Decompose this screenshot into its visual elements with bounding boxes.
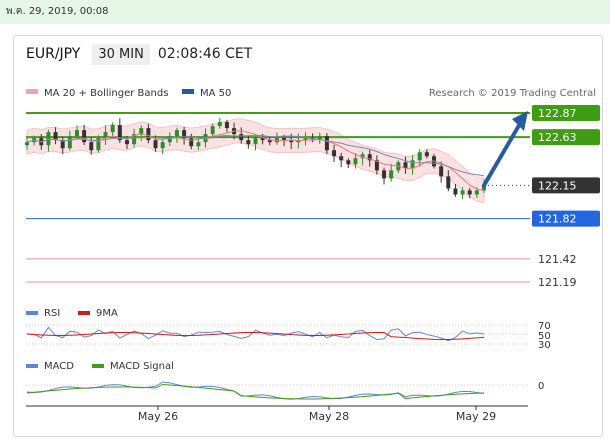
legend-label-macd-signal: MACD Signal bbox=[110, 361, 174, 372]
candle-body bbox=[424, 152, 429, 157]
legend-label-rsi: RSI bbox=[44, 308, 60, 319]
candle-body bbox=[267, 140, 272, 143]
x-axis-ticks: May 26 May 28 May 29 bbox=[138, 406, 496, 423]
candle-body bbox=[174, 130, 179, 137]
candle-body bbox=[82, 130, 87, 143]
candle-body bbox=[224, 122, 229, 129]
price-tags: 122.87 122.63 122.15 121.82 121.42 121.19 bbox=[532, 105, 600, 290]
candle-body bbox=[410, 160, 415, 169]
level-tag-121.82: 121.82 bbox=[538, 213, 577, 226]
credit-text: Research © 2019 Trading Central bbox=[429, 88, 596, 99]
rsi-panel bbox=[26, 324, 530, 345]
rsi-level-30: 30 bbox=[538, 340, 551, 351]
forecast-arrow bbox=[482, 111, 528, 188]
bollinger-bands bbox=[26, 118, 485, 204]
candle-body bbox=[146, 128, 151, 141]
legend-label-bollinger: MA 20 + Bollinger Bands bbox=[44, 88, 168, 99]
macd-panel bbox=[26, 381, 530, 400]
candle-body bbox=[453, 188, 458, 195]
candle-body bbox=[74, 130, 79, 137]
level-tag-121.42: 121.42 bbox=[538, 253, 577, 266]
level-tag-122.63: 122.63 bbox=[538, 131, 577, 144]
candle-body bbox=[346, 160, 351, 165]
x-tick-label: May 29 bbox=[456, 410, 496, 423]
candle-body bbox=[124, 140, 129, 145]
candle-body bbox=[189, 138, 194, 147]
candle-body bbox=[282, 138, 287, 141]
level-tag-121.19: 121.19 bbox=[538, 276, 577, 289]
candle-body bbox=[460, 190, 465, 195]
candle-body bbox=[139, 128, 144, 135]
chart-svg: MA 20 + Bollinger Bands MA 50 Research ©… bbox=[25, 88, 600, 423]
candle-body bbox=[53, 132, 58, 141]
macd-level-0: 0 bbox=[538, 381, 544, 392]
legend-swatch-macd-signal bbox=[92, 364, 104, 368]
legend-label-macd: MACD bbox=[44, 361, 74, 372]
candle-body bbox=[446, 176, 451, 189]
9ma-line bbox=[26, 332, 485, 340]
candle-body bbox=[253, 138, 258, 145]
forecast-arrow-shaft bbox=[482, 120, 523, 188]
candle-body bbox=[46, 132, 51, 146]
candle-body bbox=[239, 134, 244, 141]
bollinger-band-fill bbox=[26, 118, 485, 204]
x-tick-label: May 28 bbox=[309, 410, 349, 423]
candle-body bbox=[246, 140, 251, 145]
candle-body bbox=[110, 125, 115, 133]
candle-body bbox=[324, 136, 329, 151]
legend-swatch-bollinger bbox=[26, 89, 38, 94]
macd-signal-line bbox=[26, 383, 485, 400]
candle-body bbox=[332, 150, 337, 157]
candle-body bbox=[196, 142, 201, 147]
candle-body bbox=[217, 122, 222, 127]
candle-body bbox=[67, 136, 72, 149]
candle-body bbox=[167, 136, 172, 143]
legend-swatch-ma50 bbox=[182, 89, 194, 94]
candle-body bbox=[89, 142, 94, 151]
candle-body bbox=[339, 156, 344, 161]
candle-body bbox=[153, 140, 158, 149]
level-tag-122.15: 122.15 bbox=[538, 179, 577, 192]
legend-swatch-macd bbox=[26, 364, 38, 368]
candle-body bbox=[389, 170, 394, 179]
candle-body bbox=[25, 142, 29, 146]
level-tag-122.87: 122.87 bbox=[538, 107, 577, 120]
legend-label-9ma: 9MA bbox=[96, 308, 118, 319]
candle-body bbox=[417, 152, 422, 161]
candle-body bbox=[467, 190, 472, 195]
candle-body bbox=[439, 166, 444, 177]
candle-body bbox=[474, 190, 479, 195]
candle-body bbox=[382, 170, 387, 179]
x-tick-label: May 26 bbox=[138, 410, 178, 423]
candle-body bbox=[103, 132, 108, 139]
legend-label-ma50: MA 50 bbox=[200, 88, 231, 99]
candle-body bbox=[160, 142, 165, 149]
legend-swatch-9ma bbox=[78, 311, 90, 315]
candle-body bbox=[353, 158, 358, 165]
candle-body bbox=[210, 126, 215, 135]
legend-swatch-rsi bbox=[26, 311, 38, 315]
